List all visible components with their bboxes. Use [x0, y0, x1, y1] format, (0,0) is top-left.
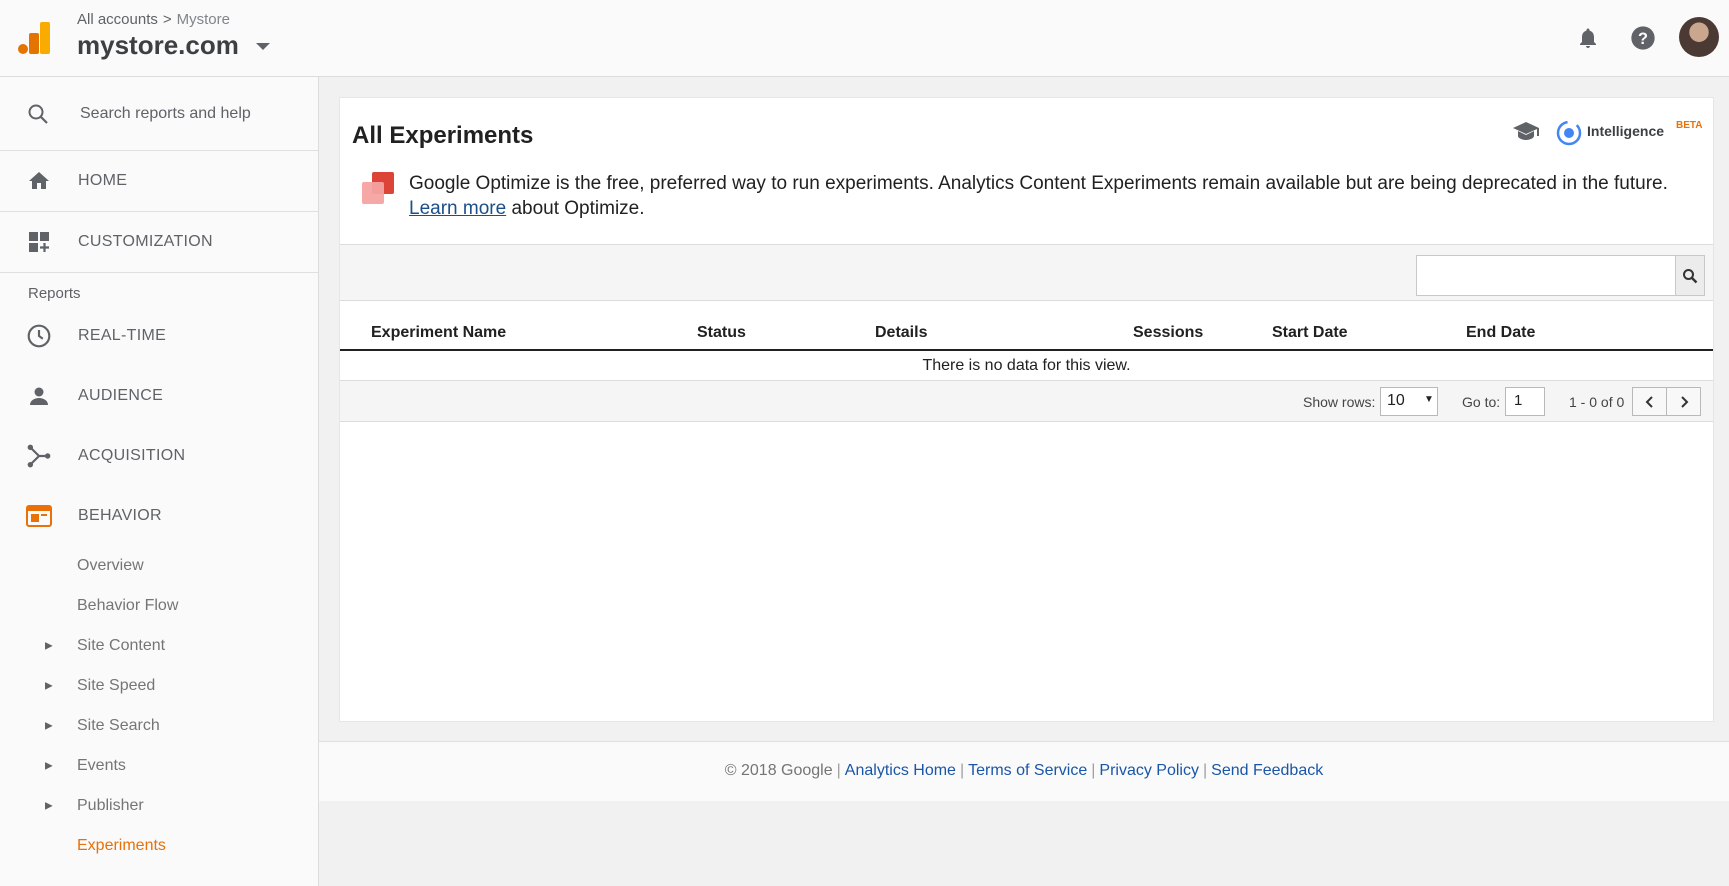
column-header-status[interactable]: Status: [697, 324, 746, 342]
page-title: All Experiments: [352, 122, 534, 149]
clock-icon: [26, 323, 52, 349]
sidebar-item-realtime[interactable]: REAL-TIME: [0, 308, 318, 364]
sidebar-item-label: ACQUISITION: [78, 447, 186, 464]
sidebar-search[interactable]: Search reports and help: [0, 77, 318, 151]
intelligence-icon[interactable]: [1555, 119, 1583, 147]
sidebar-item-behavior[interactable]: BEHAVIOR: [0, 488, 318, 544]
sidebar-item-home[interactable]: HOME: [0, 151, 318, 212]
goto-label: Go to:: [1462, 394, 1501, 410]
graduation-cap-icon[interactable]: [1512, 120, 1540, 142]
sidebar-subitem-label: Publisher: [77, 797, 144, 814]
chevron-right-icon: [1680, 395, 1688, 408]
chevron-down-icon: ▼: [1424, 394, 1434, 405]
send-feedback-link[interactable]: Send Feedback: [1211, 762, 1323, 779]
reports-section-label: Reports: [28, 285, 81, 302]
table-header: Experiment Name Status Details Sessions …: [340, 301, 1713, 351]
sidebar-subitem-behavior-flow[interactable]: Behavior Flow: [0, 588, 318, 624]
empty-table-message: There is no data for this view.: [922, 357, 1131, 374]
sidebar-subitem-overview[interactable]: Overview: [0, 548, 318, 584]
help-icon[interactable]: ?: [1625, 20, 1661, 56]
bell-icon[interactable]: [1570, 20, 1606, 56]
acquisition-icon: [26, 443, 52, 469]
show-rows-label: Show rows:: [1303, 394, 1376, 410]
sidebar-subitem-label: Experiments: [77, 837, 166, 854]
goto-page-input[interactable]: 1: [1505, 387, 1545, 416]
search-icon: [1683, 268, 1698, 283]
sidebar-subitem-label: Site Content: [77, 637, 166, 654]
sidebar-item-label: AUDIENCE: [78, 387, 164, 404]
experiments-card: All Experiments Intelligence BETA Google…: [339, 97, 1714, 722]
pagination-range: 1 - 0 of 0: [1569, 394, 1625, 410]
learn-more-link[interactable]: Learn more: [409, 198, 506, 219]
sidebar-item-customization[interactable]: CUSTOMIZATION: [0, 212, 318, 273]
optimize-icon: [362, 172, 394, 204]
sidebar-subitem-site-search[interactable]: ▶ Site Search: [0, 708, 318, 744]
sidebar-subitem-experiments[interactable]: Experiments: [0, 828, 318, 864]
top-header: All accounts > Mystore mystore.com ?: [0, 0, 1729, 77]
expand-triangle-icon[interactable]: ▶: [45, 801, 53, 812]
table-toolbar: [340, 244, 1713, 301]
intelligence-label[interactable]: Intelligence: [1587, 123, 1664, 139]
account-selector[interactable]: mystore.com: [77, 30, 239, 61]
sidebar-item-label: BEHAVIOR: [78, 507, 162, 524]
column-header-end-date[interactable]: End Date: [1466, 324, 1535, 342]
expand-triangle-icon[interactable]: ▶: [45, 641, 53, 652]
optimize-notice: Google Optimize is the free, preferred w…: [409, 171, 1699, 221]
avatar[interactable]: [1679, 17, 1719, 57]
copyright-text: © 2018 Google: [724, 762, 833, 779]
sidebar-subitem-events[interactable]: ▶ Events: [0, 748, 318, 784]
table-search-input[interactable]: [1416, 255, 1676, 296]
footer-separator: |: [959, 762, 965, 779]
notice-tail: about Optimize.: [506, 198, 645, 219]
page-footer: © 2018 Google | Analytics Home | Terms of Se…: [319, 741, 1729, 801]
sidebar-subitem-label: Site Speed: [77, 677, 156, 694]
sidebar-subitem-site-content[interactable]: ▶ Site Content: [0, 628, 318, 664]
breadcrumb-root[interactable]: All accounts: [77, 11, 158, 28]
terms-of-service-link[interactable]: Terms of Service: [968, 762, 1087, 779]
chevron-left-icon: [1645, 395, 1653, 408]
behavior-icon: [26, 503, 52, 529]
footer-separator: |: [1091, 762, 1096, 779]
person-icon: [26, 383, 52, 409]
sidebar: Search reports and help HOME CUSTOMIZATI…: [0, 77, 319, 886]
sidebar-item-acquisition[interactable]: ACQUISITION: [0, 428, 318, 484]
chevron-down-icon[interactable]: [256, 43, 270, 50]
breadcrumb[interactable]: All accounts > Mystore: [77, 11, 230, 28]
privacy-policy-link[interactable]: Privacy Policy: [1099, 762, 1199, 779]
expand-triangle-icon[interactable]: ▶: [45, 721, 53, 732]
home-icon: [26, 168, 52, 194]
beta-badge: BETA: [1676, 120, 1703, 131]
column-header-start-date[interactable]: Start Date: [1272, 324, 1348, 342]
breadcrumb-property[interactable]: Mystore: [177, 11, 230, 28]
footer-separator: |: [836, 762, 841, 779]
sidebar-subitem-label: Behavior Flow: [77, 597, 179, 614]
sidebar-subitem-site-speed[interactable]: ▶ Site Speed: [0, 668, 318, 704]
table-pager: Show rows: 10 ▼ Go to: 1 1 - 0 of 0: [340, 380, 1713, 422]
sidebar-item-label: CUSTOMIZATION: [78, 233, 213, 250]
next-page-button[interactable]: [1666, 387, 1701, 416]
sidebar-subitem-label: Events: [77, 757, 126, 774]
breadcrumb-separator: >: [162, 11, 172, 28]
sidebar-item-label: REAL-TIME: [78, 327, 167, 344]
sidebar-item-audience[interactable]: AUDIENCE: [0, 368, 318, 424]
expand-triangle-icon[interactable]: ▶: [45, 761, 53, 772]
footer-separator: |: [1202, 762, 1208, 779]
analytics-logo-icon[interactable]: [18, 22, 50, 54]
customization-icon: [26, 229, 52, 255]
search-placeholder: Search reports and help: [80, 105, 251, 122]
search-icon: [28, 104, 48, 124]
table-search-button[interactable]: [1675, 255, 1705, 296]
previous-page-button[interactable]: [1632, 387, 1667, 416]
column-header-sessions[interactable]: Sessions: [1133, 324, 1203, 342]
column-header-experiment-name[interactable]: Experiment Name: [371, 324, 506, 342]
analytics-home-link[interactable]: Analytics Home: [845, 762, 956, 779]
sidebar-subitem-label: Site Search: [77, 717, 160, 734]
sidebar-subitem-publisher[interactable]: ▶ Publisher: [0, 788, 318, 824]
svg-text:?: ?: [1638, 30, 1648, 48]
expand-triangle-icon[interactable]: ▶: [45, 681, 53, 692]
column-header-details[interactable]: Details: [875, 324, 927, 342]
sidebar-subitem-label: Overview: [77, 557, 144, 574]
sidebar-item-label: HOME: [78, 172, 128, 189]
notice-text: Google Optimize is the free, preferred w…: [409, 173, 1668, 194]
